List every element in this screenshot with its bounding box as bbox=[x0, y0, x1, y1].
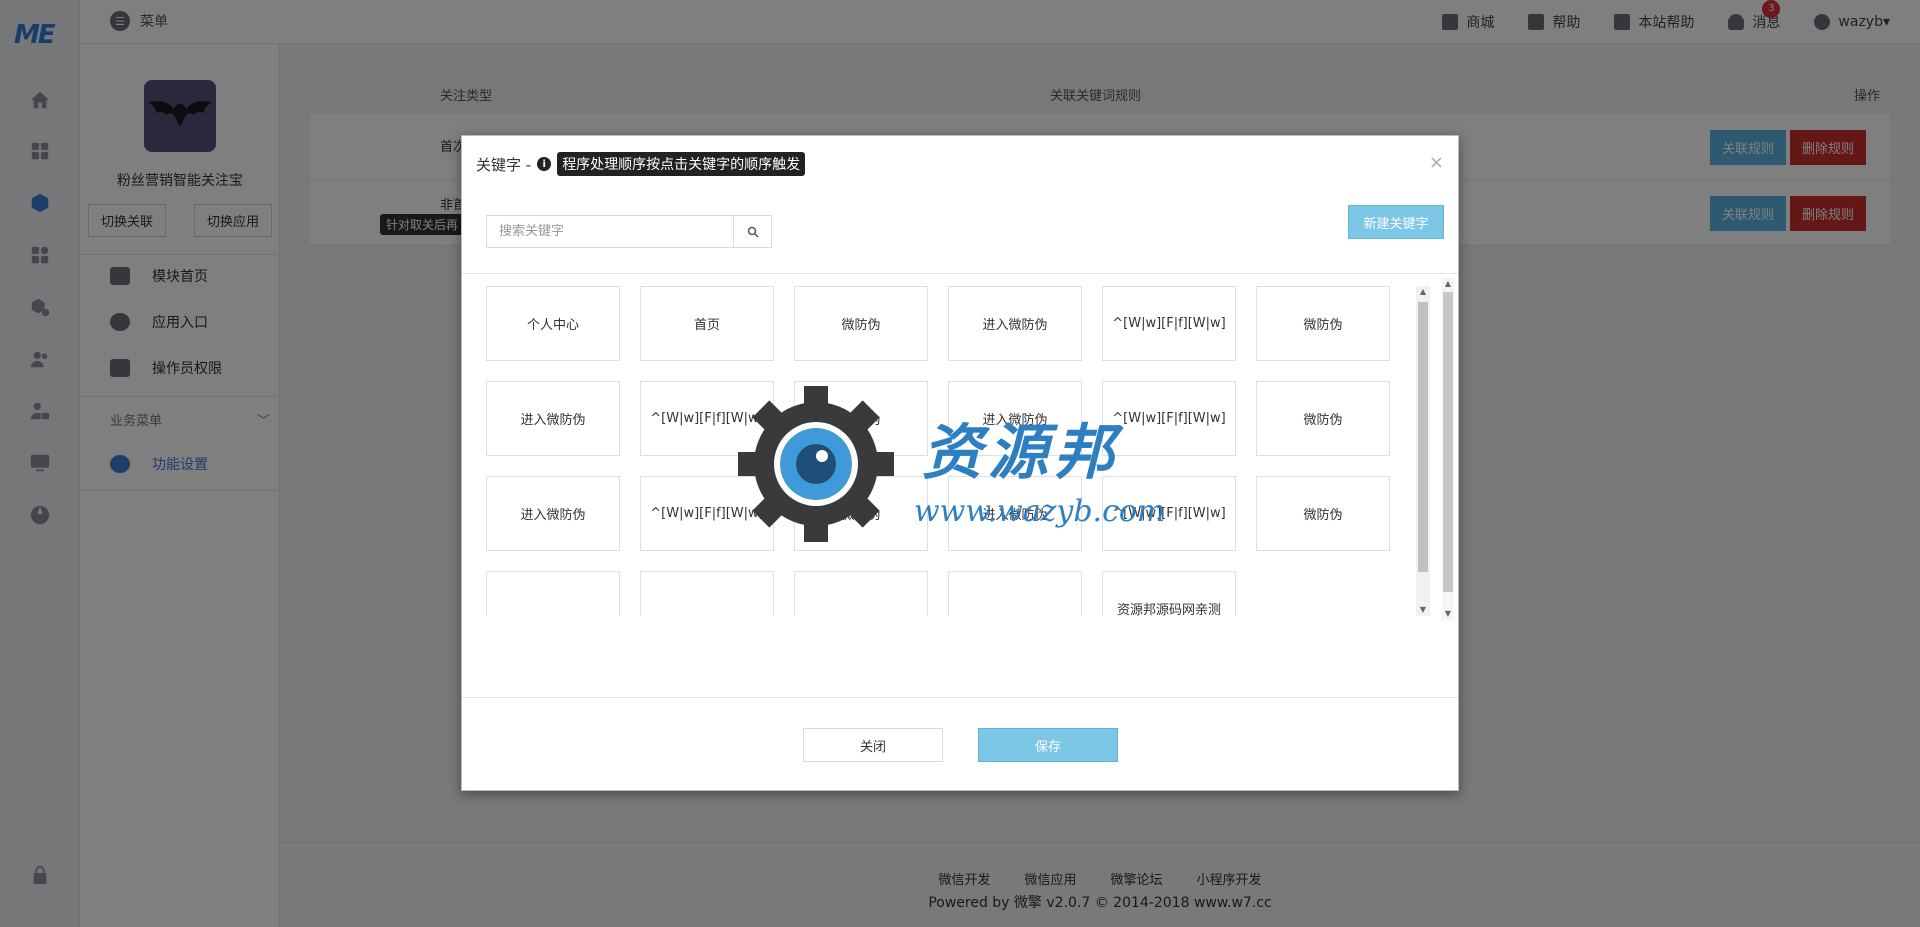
keyword-item[interactable]: 进入微防伪 bbox=[948, 381, 1082, 456]
keyword-item[interactable]: 微防伪 bbox=[1256, 381, 1390, 456]
info-icon: i bbox=[537, 157, 552, 171]
keyword-item[interactable]: 进入微防伪 bbox=[486, 381, 620, 456]
keyword-item[interactable]: 微防伪 bbox=[1256, 476, 1390, 551]
keyword-item[interactable] bbox=[486, 571, 620, 616]
dialog-title: 关键字 - bbox=[476, 155, 532, 174]
search-button[interactable] bbox=[733, 216, 771, 247]
keyword-item[interactable] bbox=[794, 571, 928, 616]
keyword-item[interactable]: 微防伪 bbox=[794, 286, 928, 361]
keyword-item[interactable]: ^[W|w][F|f][W|w] bbox=[640, 476, 774, 551]
close-button[interactable]: 关闭 bbox=[803, 728, 943, 762]
close-icon[interactable]: × bbox=[1429, 152, 1444, 173]
keyword-item[interactable]: ^[W|w][F|f][W|w] bbox=[1102, 286, 1236, 361]
keyword-item[interactable]: 进入微防伪 bbox=[948, 476, 1082, 551]
scroll-thumb[interactable] bbox=[1418, 302, 1428, 572]
keyword-search bbox=[486, 215, 772, 248]
keyword-item[interactable]: ^[W|w][F|f][W|w] bbox=[1102, 381, 1236, 456]
scroll-up-icon[interactable]: ▲ bbox=[1442, 278, 1454, 290]
dialog-header: 关键字 - i 程序处理顺序按点击关键字的顺序触发 bbox=[476, 152, 806, 176]
keyword-item[interactable]: 首页 bbox=[640, 286, 774, 361]
keyword-item[interactable] bbox=[640, 571, 774, 616]
keyword-item[interactable]: ^[W|w][F|f][W|w] bbox=[1102, 476, 1236, 551]
divider bbox=[462, 697, 1458, 698]
inner-scrollbar[interactable]: ▲ ▼ bbox=[1416, 286, 1430, 616]
keyword-item[interactable]: 微防伪 bbox=[1256, 286, 1390, 361]
dialog-tip: 程序处理顺序按点击关键字的顺序触发 bbox=[557, 152, 806, 176]
keyword-item[interactable] bbox=[948, 571, 1082, 616]
keyword-item[interactable]: 进入微防伪 bbox=[948, 286, 1082, 361]
keyword-dialog: 关键字 - i 程序处理顺序按点击关键字的顺序触发 × 新建关键字 个人中心首页… bbox=[461, 135, 1459, 791]
keyword-list: 个人中心 首页 微防伪 进入微防伪 ^[W|w][F|f][W|w] 微防伪 进入微防伪 ^[… bbox=[486, 286, 1430, 616]
divider bbox=[462, 273, 1458, 274]
keyword-item[interactable]: 进入微防伪 bbox=[486, 476, 620, 551]
keyword-item[interactable]: 资源邦源码网亲测 bbox=[1102, 571, 1236, 616]
keyword-item[interactable]: 微防伪 bbox=[794, 476, 928, 551]
scroll-down-icon[interactable]: ▼ bbox=[1442, 608, 1454, 620]
scroll-down-icon[interactable]: ▼ bbox=[1416, 604, 1430, 616]
keyword-item[interactable]: 个人中心 bbox=[486, 286, 620, 361]
new-keyword-button[interactable]: 新建关键字 bbox=[1348, 205, 1444, 239]
save-button[interactable]: 保存 bbox=[978, 728, 1118, 762]
keyword-item[interactable]: 微防伪 bbox=[794, 381, 928, 456]
outer-scrollbar[interactable]: ▲ ▼ bbox=[1442, 278, 1454, 620]
search-input[interactable] bbox=[487, 216, 733, 247]
search-icon bbox=[747, 226, 759, 238]
scroll-up-icon[interactable]: ▲ bbox=[1416, 286, 1430, 298]
scroll-thumb[interactable] bbox=[1443, 292, 1453, 592]
keyword-item[interactable]: ^[W|w][F|f][W|w] bbox=[640, 381, 774, 456]
